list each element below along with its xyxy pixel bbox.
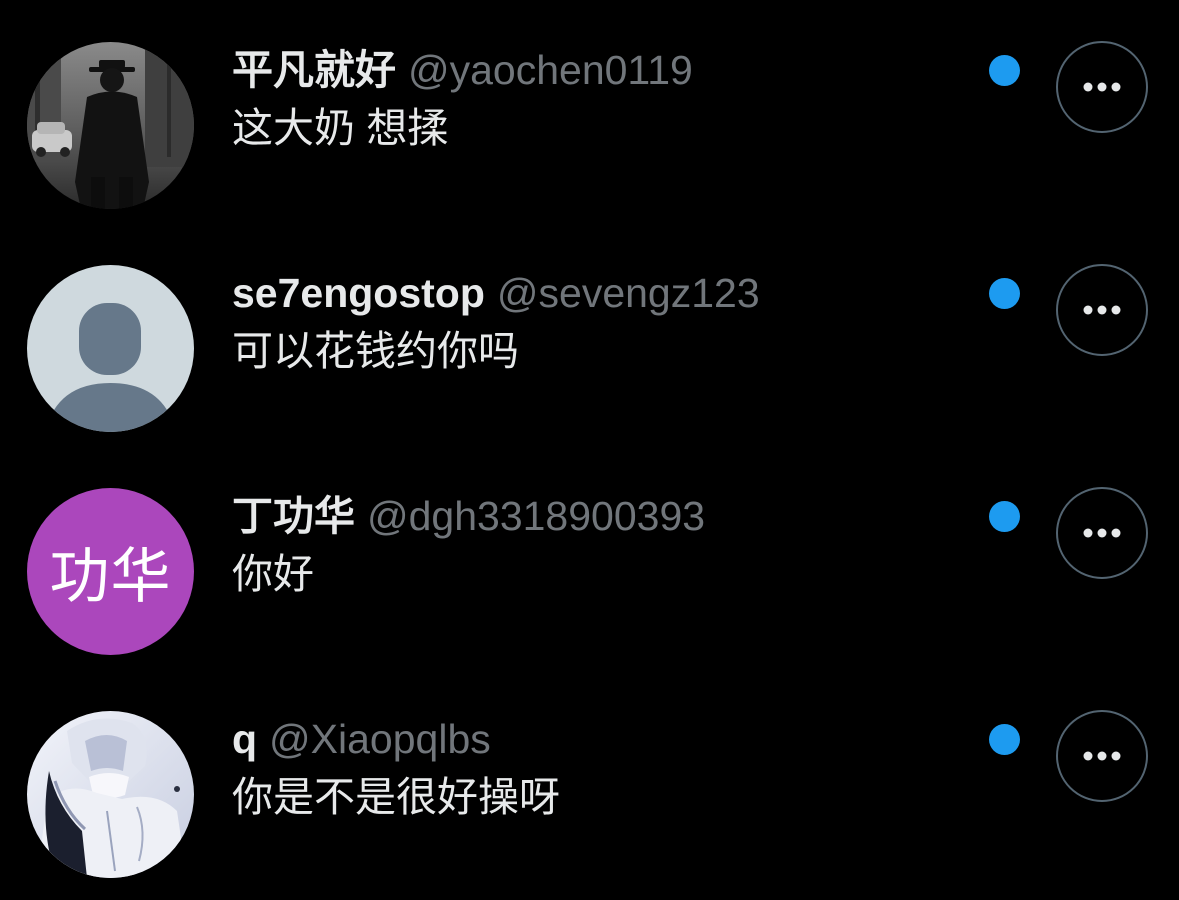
- more-horizontal-icon: [1083, 82, 1121, 92]
- more-options-button[interactable]: [1056, 264, 1148, 356]
- sender-header: q @Xiaopqlbs: [232, 713, 491, 765]
- unread-indicator: [989, 55, 1020, 86]
- sender-header: se7engostop @sevengz123: [232, 267, 760, 319]
- message-request-row[interactable]: 平凡就好 @yaochen0119 这大奶 想揉: [0, 0, 1179, 223]
- display-name[interactable]: se7engostop: [232, 270, 485, 316]
- message-preview: 这大奶 想揉: [232, 105, 449, 151]
- display-name[interactable]: 平凡就好: [232, 47, 396, 93]
- default-profile-avatar-icon: [27, 265, 194, 432]
- avatar[interactable]: [27, 42, 194, 209]
- message-request-row[interactable]: q @Xiaopqlbs 你是不是很好操呀: [0, 669, 1179, 892]
- avatar[interactable]: [27, 265, 194, 432]
- unread-indicator: [989, 724, 1020, 755]
- more-options-button[interactable]: [1056, 487, 1148, 579]
- message-request-row[interactable]: se7engostop @sevengz123 可以花钱约你吗: [0, 223, 1179, 446]
- avatar[interactable]: [27, 711, 194, 878]
- avatar[interactable]: 功华: [27, 488, 194, 655]
- message-preview: 你是不是很好操呀: [232, 774, 560, 820]
- more-options-button[interactable]: [1056, 41, 1148, 133]
- unread-indicator: [989, 278, 1020, 309]
- display-name[interactable]: q: [232, 716, 257, 762]
- sender-header: 丁功华 @dgh3318900393: [232, 490, 705, 542]
- message-request-list: 平凡就好 @yaochen0119 这大奶 想揉 se7engostop @seve…: [0, 0, 1179, 900]
- more-horizontal-icon: [1083, 528, 1121, 538]
- anime-character-avatar-icon: [27, 711, 194, 878]
- sender-header: 平凡就好 @yaochen0119: [232, 44, 693, 96]
- user-handle[interactable]: @sevengz123: [497, 270, 760, 316]
- message-preview: 你好: [232, 551, 314, 597]
- more-options-button[interactable]: [1056, 710, 1148, 802]
- user-handle[interactable]: @Xiaopqlbs: [269, 716, 491, 762]
- avatar-initials: 功华: [49, 542, 172, 612]
- more-horizontal-icon: [1083, 305, 1121, 315]
- message-request-row[interactable]: 功华 丁功华 @dgh3318900393 你好: [0, 446, 1179, 669]
- user-handle[interactable]: @yaochen0119: [408, 47, 693, 93]
- unread-indicator: [989, 501, 1020, 532]
- user-handle[interactable]: @dgh3318900393: [367, 493, 705, 539]
- display-name[interactable]: 丁功华: [232, 493, 355, 539]
- message-preview: 可以花钱约你吗: [232, 328, 519, 374]
- noir-figure-avatar-icon: [27, 42, 194, 209]
- more-horizontal-icon: [1083, 751, 1121, 761]
